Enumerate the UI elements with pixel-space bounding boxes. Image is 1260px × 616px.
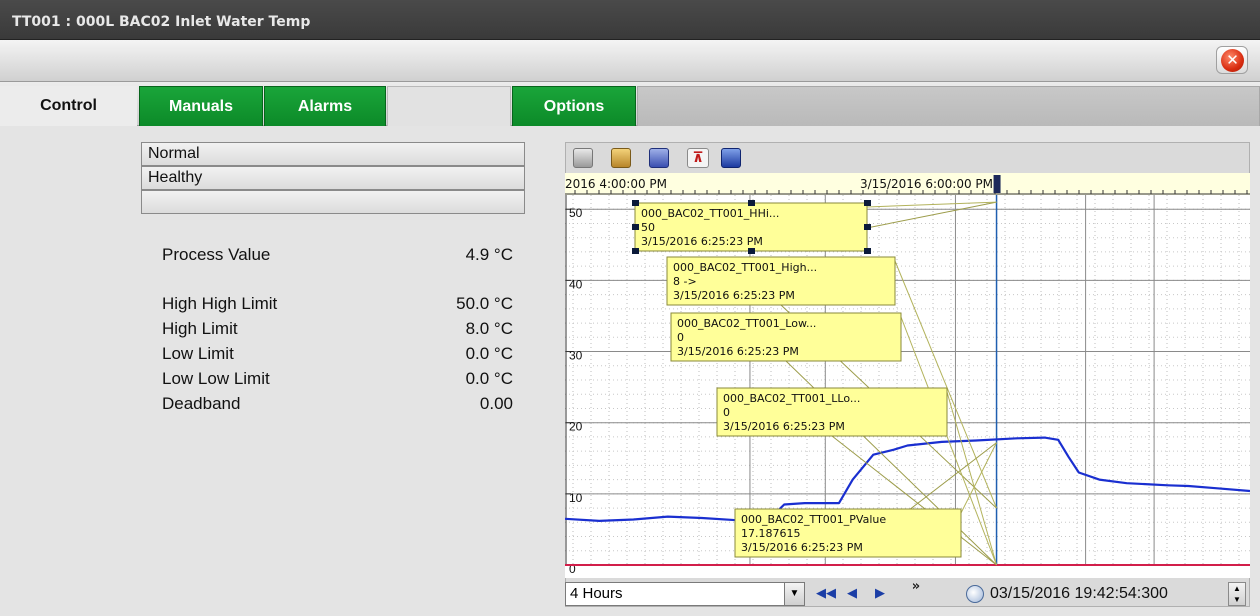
close-button[interactable]: ✕	[1216, 46, 1248, 74]
status-mode-text: Normal	[148, 145, 200, 162]
time-cursor-handle[interactable]	[993, 175, 1001, 193]
process-value: 4.9 °C	[465, 245, 513, 264]
selection-handle[interactable]	[748, 248, 755, 254]
header-strip: ✕	[0, 40, 1260, 82]
window-title: TT001 : 000L BAC02 Inlet Water Temp	[12, 14, 311, 30]
low-limit-label: Low Limit	[162, 344, 234, 363]
tab-options[interactable]: Options	[512, 86, 636, 126]
annotation-text: 3/15/2016 6:25:23 PM	[741, 541, 863, 554]
chevron-down-icon: ▼	[784, 583, 804, 605]
annotation-text: 3/15/2016 6:25:23 PM	[723, 420, 845, 433]
tab-control-label: Control	[40, 97, 97, 114]
annotation-text: 000_BAC02_TT001_LLo...	[723, 392, 860, 405]
selection-handle[interactable]	[632, 248, 639, 254]
annotation-text: 50	[641, 221, 655, 234]
close-icon: ✕	[1221, 49, 1244, 72]
title-bar: TT001 : 000L BAC02 Inlet Water Temp	[0, 0, 1260, 40]
status-mode: Normal	[141, 142, 525, 166]
forward-button[interactable]: ▶	[869, 583, 891, 605]
annotation-text: 17.187615	[741, 527, 801, 540]
datetime-field[interactable]: 03/15/2016 19:42:54:300	[960, 582, 1225, 606]
tab-filler	[637, 86, 1260, 126]
chart-toolbar: ⊼	[565, 143, 1250, 173]
status-health-text: Healthy	[148, 169, 203, 186]
selection-handle[interactable]	[632, 200, 639, 206]
selection-handle[interactable]	[864, 248, 871, 254]
process-value-label: Process Value	[162, 245, 271, 264]
selection-handle[interactable]	[864, 224, 871, 230]
annotation-text: 3/15/2016 6:25:23 PM	[677, 345, 799, 358]
ll-limit-value: 0.0 °C	[465, 369, 513, 388]
ll-limit-label: Low Low Limit	[162, 369, 270, 388]
print-icon[interactable]	[573, 148, 593, 168]
status-health: Healthy	[141, 166, 525, 190]
high-limit-label: High Limit	[162, 319, 238, 338]
status-extra	[141, 190, 525, 214]
back-button[interactable]: ◀	[841, 583, 863, 605]
y-tick-label: 10	[569, 491, 583, 505]
save-icon[interactable]	[721, 148, 741, 168]
tab-manuals[interactable]: Manuals	[139, 86, 263, 126]
export-icon[interactable]	[649, 148, 669, 168]
rewind-button[interactable]: ◀◀	[815, 583, 837, 605]
tab-manuals-label: Manuals	[168, 97, 233, 115]
tab-options-label: Options	[543, 97, 605, 115]
tab-blank[interactable]	[387, 86, 511, 126]
selection-handle[interactable]	[864, 200, 871, 206]
y-tick-label: 40	[569, 277, 583, 291]
time-range-select[interactable]: 4 Hours ▼	[565, 582, 805, 606]
annotation-text: 000_BAC02_TT001_PValue	[741, 513, 886, 526]
deadband-value: 0.00	[479, 394, 513, 413]
trend-chart[interactable]: 0 10 20 30 40 50 2016 4:00:00 PM 3/15/2016 6:00…	[565, 173, 1250, 578]
deadband-label: Deadband	[162, 394, 241, 413]
y-tick-label: 50	[569, 206, 583, 220]
datetime-value: 03/15/2016 19:42:54:300	[990, 585, 1168, 602]
hh-limit-label: High High Limit	[162, 294, 278, 313]
chart-controls: 4 Hours ▼ ◀◀ ◀ ▶ » 03/15/2016 19:42:54:3…	[565, 579, 1250, 608]
tab-alarms[interactable]: Alarms	[264, 86, 386, 126]
low-limit-value: 0.0 °C	[465, 344, 513, 363]
y-tick-label: 20	[569, 420, 583, 434]
hh-limit-value: 50.0 °C	[456, 294, 513, 313]
fast-forward-button[interactable]: »	[905, 576, 927, 598]
clock-icon	[966, 585, 984, 603]
time-range-value: 4 Hours	[570, 585, 623, 602]
annotation-text: 3/15/2016 6:25:23 PM	[641, 235, 763, 248]
tab-bar: Control Manuals Alarms Options	[0, 82, 1260, 126]
time-axis-label: 3/15/2016 6:00:00 PM	[860, 177, 993, 191]
cursor-icon[interactable]: ⊼	[687, 148, 709, 168]
annotation-text: 0	[677, 331, 684, 344]
selection-handle[interactable]	[632, 224, 639, 230]
annotation-text: 000_BAC02_TT001_Low...	[677, 317, 816, 330]
annotation-text: 8 ->	[673, 275, 697, 288]
high-limit-value: 8.0 °C	[465, 319, 513, 338]
copy-icon[interactable]	[611, 148, 631, 168]
selection-handle[interactable]	[748, 200, 755, 206]
annotation-text: 000_BAC02_TT001_HHi...	[641, 207, 779, 220]
time-axis-label: 2016 4:00:00 PM	[565, 177, 667, 191]
annotation-text: 3/15/2016 6:25:23 PM	[673, 289, 795, 302]
tab-control[interactable]: Control	[0, 86, 137, 126]
datetime-spinner[interactable]: ▲ ▼	[1228, 582, 1246, 606]
tab-alarms-label: Alarms	[297, 97, 353, 115]
y-tick-label: 30	[569, 349, 583, 363]
annotation-text: 0	[723, 406, 730, 419]
annotation-text: 000_BAC02_TT001_High...	[673, 261, 817, 274]
